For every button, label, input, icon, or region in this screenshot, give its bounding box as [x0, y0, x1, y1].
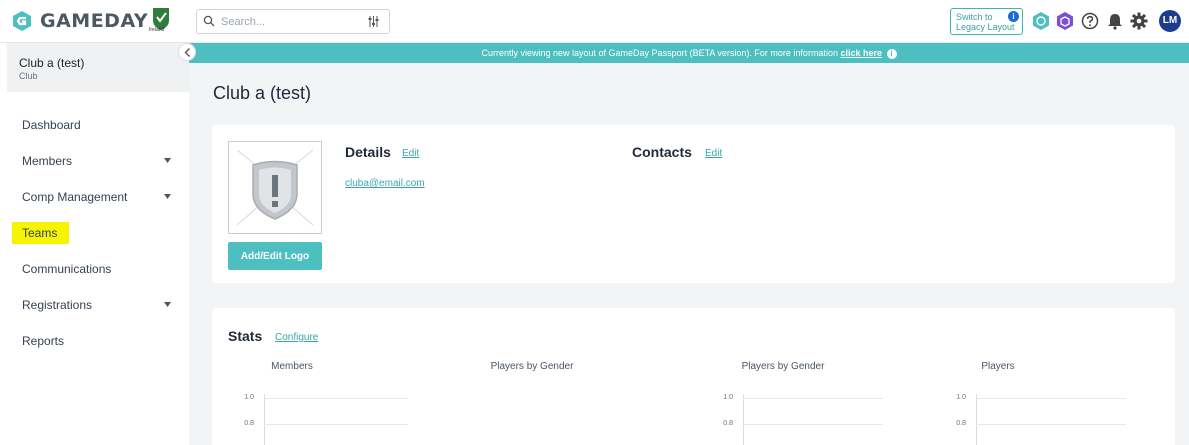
sidebar-collapse-button[interactable]	[178, 43, 196, 61]
info-icon: i	[886, 49, 897, 59]
chart-title-players-by-gender: Players by Gender	[490, 361, 574, 372]
caret-down-icon	[164, 302, 171, 307]
details-title: Details	[345, 144, 391, 160]
y-tick-label: 0.8	[956, 420, 966, 427]
y-axis-line	[743, 394, 744, 445]
sidebar-item-label: Comp Management	[22, 190, 128, 204]
sidebar-item-label: Communications	[22, 262, 112, 276]
sidebar-item-dashboard[interactable]: Dashboard	[0, 107, 189, 143]
sidebar: Club a (test) Club Dashboard Members Com…	[0, 43, 189, 445]
chevron-left-icon	[184, 48, 190, 57]
details-edit-link[interactable]: Edit	[402, 148, 419, 159]
search-input[interactable]	[221, 14, 351, 30]
partner-label: Ireland	[149, 27, 165, 33]
contacts-title: Contacts	[632, 144, 692, 160]
sidebar-nav: Dashboard Members Comp Management Teams …	[0, 107, 189, 359]
club-type: Club	[19, 71, 38, 81]
sidebar-item-label: Teams	[12, 222, 70, 244]
top-bar: GAMEDAY Ireland Switch to Legacy Layout …	[0, 0, 1189, 43]
club-context[interactable]: Club a (test) Club	[7, 43, 189, 92]
add-edit-logo-button[interactable]: Add/Edit Logo	[228, 242, 322, 270]
club-name: Club a (test)	[19, 56, 85, 70]
chart-title-players: Players	[981, 361, 1015, 372]
user-avatar[interactable]: LM	[1159, 10, 1181, 32]
y-tick-label: 0.8	[244, 420, 254, 427]
y-tick-label: 0.8	[723, 420, 733, 427]
gridline	[264, 424, 408, 425]
gridline	[976, 424, 1126, 425]
purple-hex-icon[interactable]	[1055, 11, 1075, 31]
caret-down-icon	[164, 158, 171, 163]
page-title: Club a (test)	[213, 83, 312, 103]
sidebar-item-reports[interactable]: Reports	[0, 323, 189, 359]
gameday-logo[interactable]: GAMEDAY	[10, 8, 148, 34]
placeholder-shield-icon	[236, 149, 314, 226]
gridline	[264, 398, 408, 399]
gridline	[976, 398, 1126, 399]
y-tick-label: 1.0	[244, 394, 254, 401]
gear-icon[interactable]	[1129, 11, 1149, 31]
club-logo-placeholder	[228, 141, 322, 234]
filter-sliders-icon[interactable]	[367, 15, 380, 28]
sidebar-item-communications[interactable]: Communications	[0, 251, 189, 287]
gameday-g-icon	[13, 11, 31, 31]
passport-icon[interactable]	[1031, 11, 1051, 31]
stats-configure-link[interactable]: Configure	[275, 332, 318, 343]
sidebar-item-label: Dashboard	[22, 118, 81, 132]
sidebar-item-teams[interactable]: Teams	[0, 215, 189, 251]
stats-title: Stats	[228, 328, 263, 344]
info-icon: i	[1008, 11, 1019, 22]
sidebar-item-label: Reports	[22, 334, 65, 348]
y-axis-line	[976, 394, 977, 445]
switch-label-line2: Legacy Layout	[956, 22, 1015, 32]
chart-title-members: Members	[271, 361, 313, 372]
brand-name: GAMEDAY	[40, 10, 149, 32]
bell-icon[interactable]	[1105, 11, 1125, 31]
beta-banner: Currently viewing new layout of GameDay …	[189, 43, 1189, 63]
y-tick-label: 1.0	[956, 394, 966, 401]
sidebar-item-members[interactable]: Members	[0, 143, 189, 179]
search-icon	[203, 15, 215, 27]
chart-title-players-by-gender-2: Players by Gender	[741, 361, 825, 372]
switch-legacy-layout-button[interactable]: Switch to Legacy Layout i	[950, 8, 1023, 35]
contacts-edit-link[interactable]: Edit	[705, 148, 722, 159]
details-card: Add/Edit Logo Details Edit cluba@email.c…	[212, 125, 1175, 283]
caret-down-icon	[164, 194, 171, 199]
sidebar-item-label: Registrations	[22, 298, 93, 312]
stats-card: Stats Configure Members Players by Gende…	[212, 308, 1175, 445]
sidebar-item-registrations[interactable]: Registrations	[0, 287, 189, 323]
y-tick-label: 1.0	[723, 394, 733, 401]
sidebar-item-comp-management[interactable]: Comp Management	[0, 179, 189, 215]
y-axis-line	[264, 394, 265, 445]
search-box[interactable]	[196, 9, 390, 34]
help-icon[interactable]	[1080, 11, 1100, 31]
gridline	[743, 398, 883, 399]
banner-text: Currently viewing new layout of GameDay …	[481, 48, 841, 58]
club-email-link[interactable]: cluba@email.com	[345, 178, 425, 189]
sidebar-item-label: Members	[22, 154, 73, 168]
banner-link[interactable]: click here	[840, 48, 882, 58]
gridline	[743, 424, 883, 425]
